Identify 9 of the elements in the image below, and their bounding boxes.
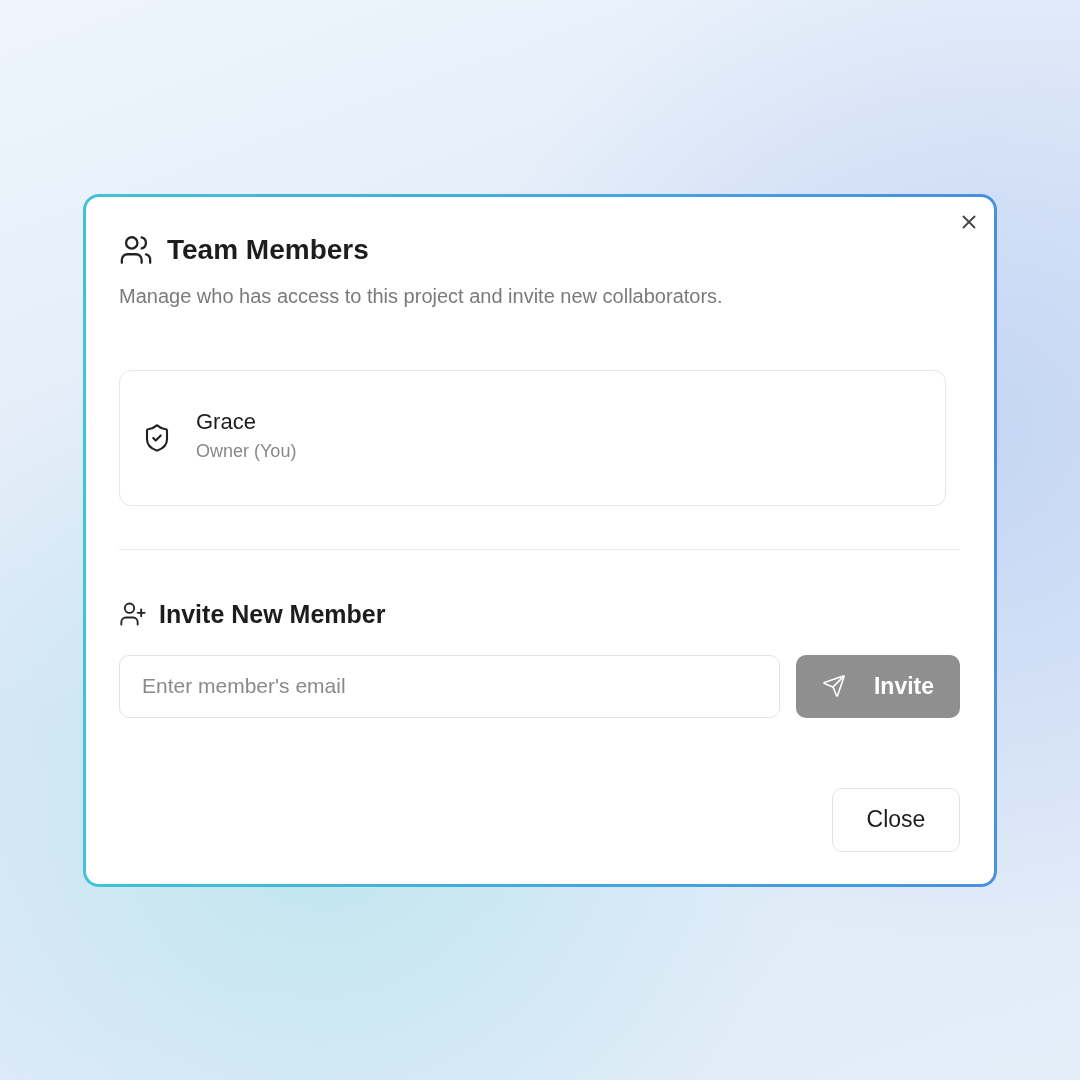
member-role: Owner (You)	[196, 441, 297, 462]
email-field[interactable]: Enter member's email	[119, 654, 780, 718]
close-button[interactable]: Close	[832, 787, 960, 852]
send-icon	[821, 674, 846, 698]
dialog-description: Manage who has access to this project and invite new collaborators.	[119, 284, 724, 308]
dialog-title: Team Members	[167, 233, 369, 266]
member-name: Grace	[196, 409, 257, 435]
invite-heading: Invite New Member	[159, 599, 386, 629]
user-plus-icon	[119, 600, 147, 628]
